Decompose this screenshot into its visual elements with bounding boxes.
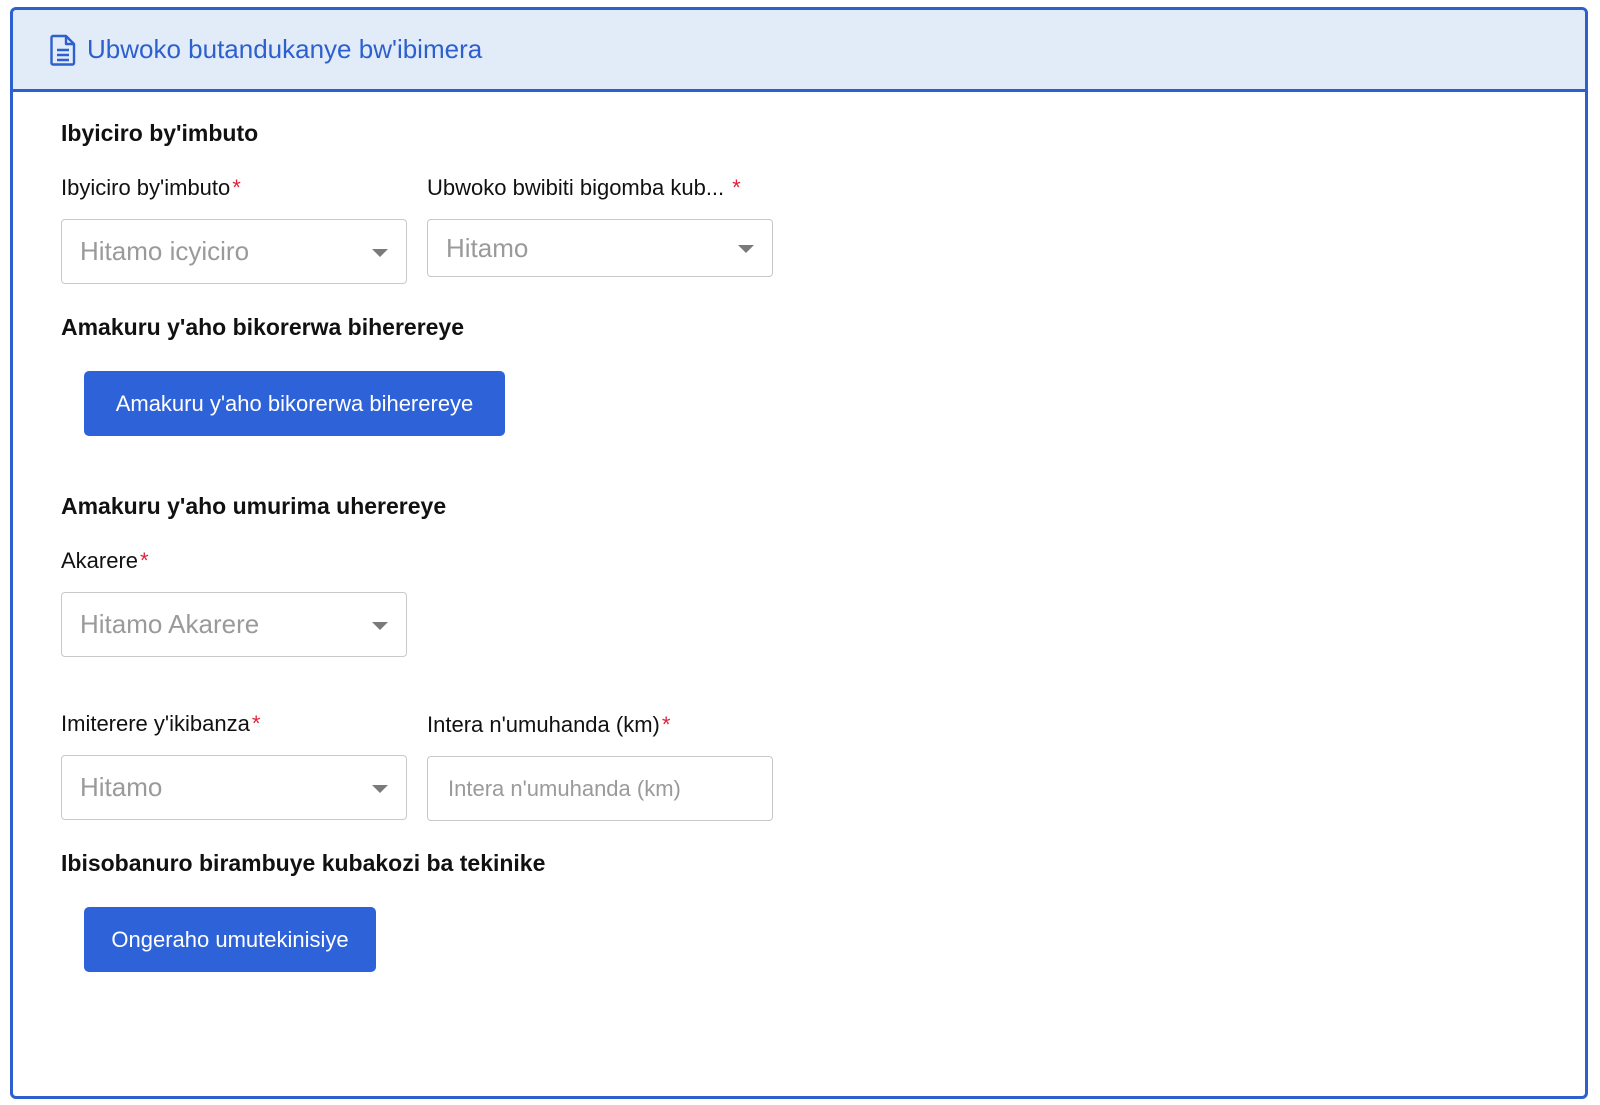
district-select[interactable]: Hitamo Akarere bbox=[61, 592, 407, 657]
road-distance-label: Intera n'umuhanda (km)* bbox=[427, 712, 670, 738]
land-type-label-text: Imiterere y'ikibanza bbox=[61, 711, 250, 736]
seed-stage-placeholder: Hitamo icyiciro bbox=[80, 236, 250, 266]
chevron-down-icon bbox=[372, 248, 388, 257]
chevron-down-icon bbox=[738, 245, 754, 253]
road-distance-input[interactable]: Intera n'umuhanda (km) bbox=[427, 756, 773, 821]
road-distance-placeholder: Intera n'umuhanda (km) bbox=[448, 775, 681, 801]
production-location-button[interactable]: Amakuru y'aho bikorerwa biherereye bbox=[84, 371, 505, 436]
chevron-down-icon bbox=[372, 621, 388, 630]
land-type-select[interactable]: Hitamo bbox=[61, 755, 407, 820]
road-distance-label-text: Intera n'umuhanda (km) bbox=[427, 712, 660, 737]
land-type-placeholder: Hitamo bbox=[80, 772, 163, 802]
seed-stage-select[interactable]: Hitamo icyiciro bbox=[61, 219, 407, 284]
required-mark: * bbox=[251, 711, 261, 736]
required-mark: * bbox=[732, 175, 741, 200]
land-type-label: Imiterere y'ikibanza* bbox=[61, 711, 260, 737]
seed-stage-label-text: Ibyiciro by'imbuto bbox=[61, 175, 231, 200]
tree-type-label: Ubwoko bwibiti bigomba kub... * bbox=[427, 175, 741, 201]
page-title: Ubwoko butandukanye bw'ibimera bbox=[87, 34, 483, 64]
section-title-technicians: Ibisobanuro birambuye kubakozi ba tekini… bbox=[61, 850, 546, 876]
tree-type-select[interactable]: Hitamo bbox=[427, 219, 773, 277]
document-icon bbox=[49, 34, 77, 66]
tree-type-label-text: Ubwoko bwibiti bigomba kub... bbox=[427, 175, 725, 200]
card-header: Ubwoko butandukanye bw'ibimera bbox=[13, 10, 1585, 92]
section-title-seed-stage: Ibyiciro by'imbuto bbox=[61, 120, 259, 146]
section-title-farm-location: Amakuru y'aho umurima uherereye bbox=[61, 493, 447, 519]
required-mark: * bbox=[661, 712, 671, 737]
seed-stage-label: Ibyiciro by'imbuto* bbox=[61, 175, 241, 201]
district-placeholder: Hitamo Akarere bbox=[80, 609, 260, 639]
district-label: Akarere* bbox=[61, 548, 149, 574]
section-title-production-location: Amakuru y'aho bikorerwa biherereye bbox=[61, 314, 465, 340]
required-mark: * bbox=[232, 175, 241, 200]
tree-type-placeholder: Hitamo bbox=[446, 232, 529, 263]
required-mark: * bbox=[140, 548, 149, 573]
add-technician-button[interactable]: Ongeraho umutekinisiye bbox=[84, 907, 376, 972]
chevron-down-icon bbox=[372, 784, 388, 793]
district-label-text: Akarere bbox=[61, 548, 139, 573]
